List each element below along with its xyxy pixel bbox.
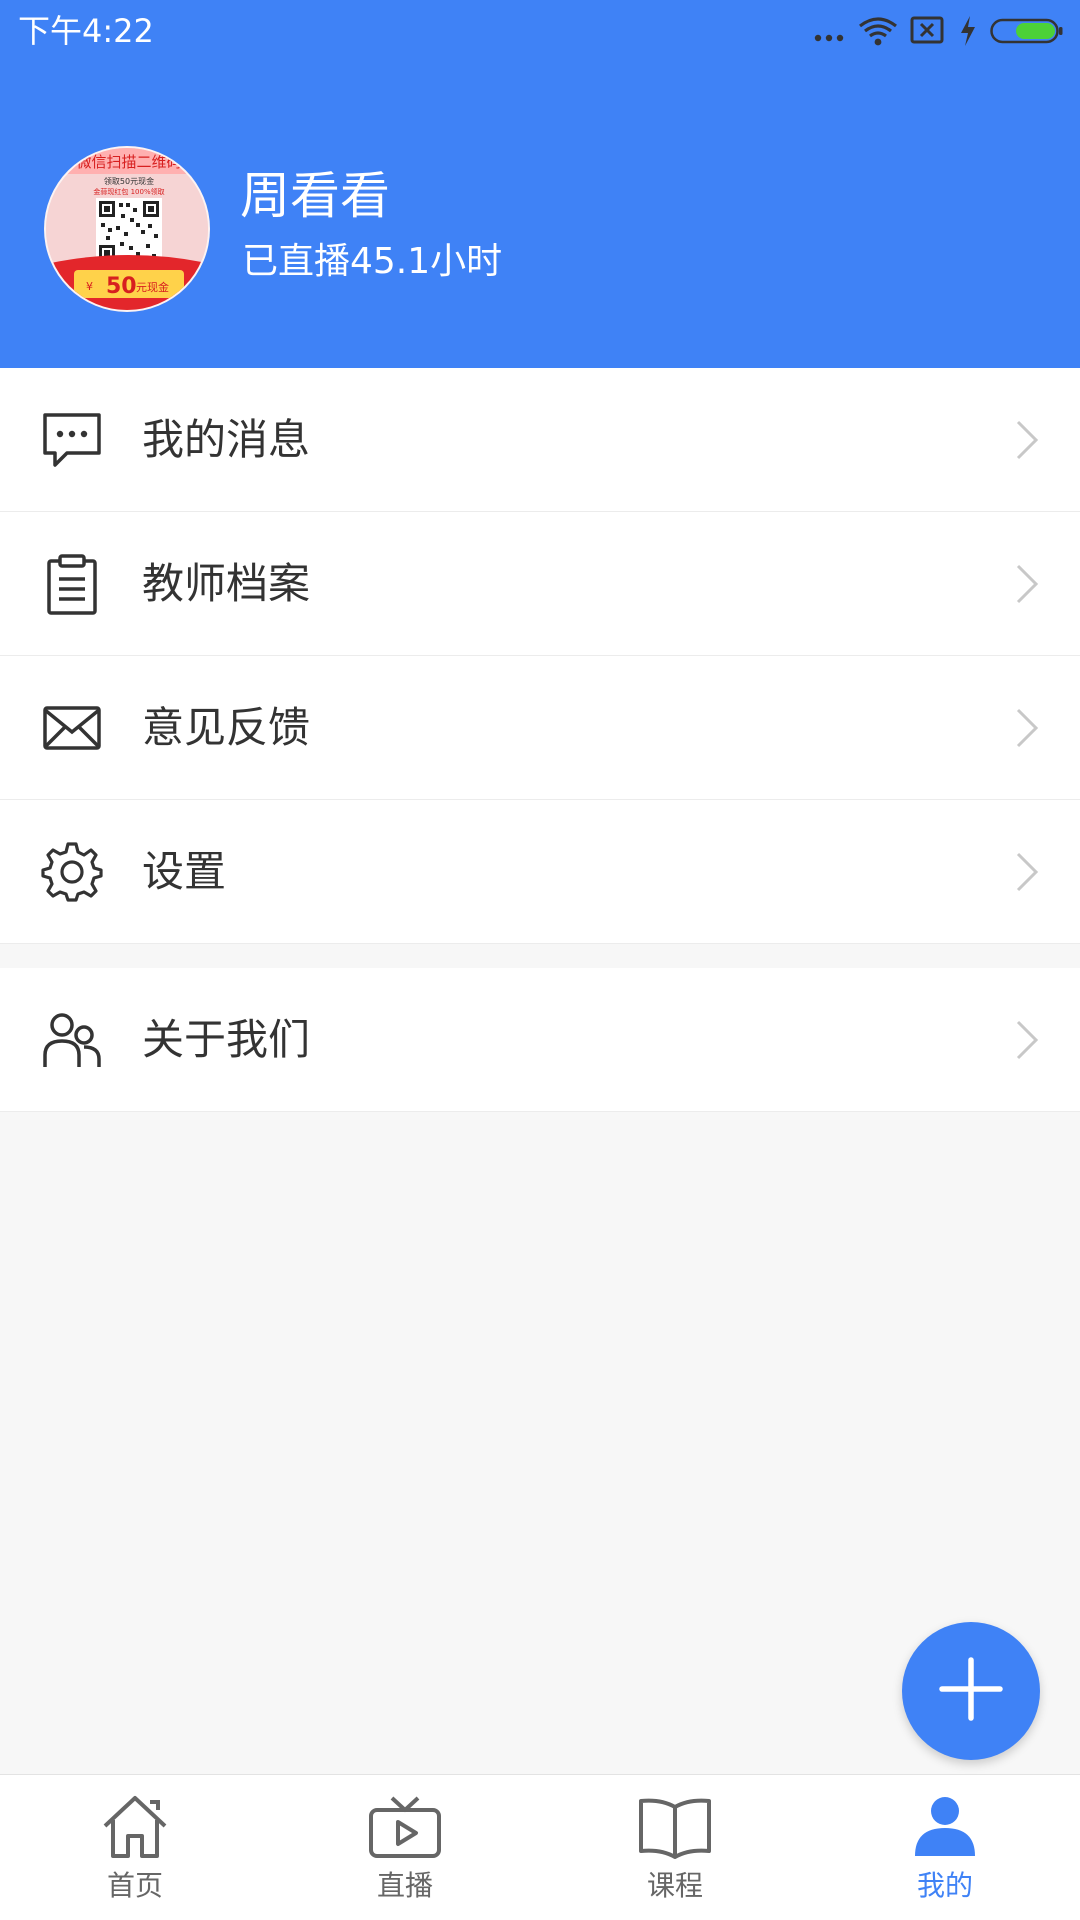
nav-item-mine[interactable]: 我的	[810, 1775, 1080, 1920]
gear-icon	[38, 838, 106, 906]
live-hours: 已直播45.1小时	[242, 241, 503, 282]
avatar-line2: 金蒜现红包 100%领取	[93, 187, 164, 196]
charging-icon	[958, 14, 978, 48]
profile-name: 周看看	[240, 167, 390, 225]
nav-item-courses[interactable]: 课程	[540, 1775, 810, 1920]
profile-header: 下午4:22 微信扫描二维码 领取50元现金 金蒜现红包 100%领取 ¥ 50…	[0, 0, 1080, 368]
menu-label: 我的消息	[142, 414, 311, 464]
menu-label: 教师档案	[142, 558, 311, 608]
avatar-coupon-amount: 50	[106, 274, 137, 299]
bottom-nav: 首页 直播 课程 我的	[0, 1774, 1080, 1920]
no-sim-icon	[910, 14, 946, 48]
menu-item-settings[interactable]: 设置	[0, 800, 1080, 944]
avatar-coupon-symbol: ¥	[86, 280, 93, 293]
more-dots-icon	[812, 14, 846, 48]
menu-item-about-us[interactable]: 关于我们	[0, 968, 1080, 1112]
menu-item-teacher-profile[interactable]: 教师档案	[0, 512, 1080, 656]
avatar-coupon-unit: 元现金	[136, 280, 169, 294]
status-bar: 下午4:22	[0, 0, 1080, 62]
nav-label: 课程	[646, 1869, 703, 1902]
battery-icon	[990, 14, 1064, 48]
menu-label: 设置	[142, 846, 227, 896]
status-icons	[812, 14, 1064, 48]
nav-label: 首页	[106, 1869, 163, 1902]
avatar-line1: 领取50元现金	[104, 176, 154, 186]
envelope-icon	[38, 694, 106, 762]
nav-label: 我的	[916, 1869, 973, 1902]
menu-group-about: 关于我们	[0, 968, 1080, 1112]
chevron-right-icon	[1012, 850, 1042, 894]
chevron-right-icon	[1012, 706, 1042, 750]
home-icon	[95, 1789, 175, 1865]
chevron-right-icon	[1012, 562, 1042, 606]
tv-play-icon	[365, 1789, 445, 1865]
book-icon	[635, 1789, 715, 1865]
menu-item-messages[interactable]: 我的消息	[0, 368, 1080, 512]
chevron-right-icon	[1012, 418, 1042, 462]
avatar-banner-text: 微信扫描二维码	[76, 153, 181, 171]
plus-icon	[938, 1656, 1004, 1726]
chevron-right-icon	[1012, 1018, 1042, 1062]
menu-label: 意见反馈	[142, 702, 311, 752]
nav-item-live[interactable]: 直播	[270, 1775, 540, 1920]
add-fab-button[interactable]	[902, 1622, 1040, 1760]
person-icon	[905, 1789, 985, 1865]
status-time: 下午4:22	[18, 12, 154, 50]
nav-label: 直播	[376, 1869, 433, 1902]
qr-code-avatar-image: 微信扫描二维码 领取50元现金 金蒜现红包 100%领取 ¥ 50 元现金	[46, 148, 208, 310]
nav-item-home[interactable]: 首页	[0, 1775, 270, 1920]
menu-item-feedback[interactable]: 意见反馈	[0, 656, 1080, 800]
wifi-icon	[858, 14, 898, 48]
message-icon	[38, 406, 106, 474]
clipboard-icon	[38, 550, 106, 618]
avatar[interactable]: 微信扫描二维码 领取50元现金 金蒜现红包 100%领取 ¥ 50 元现金	[44, 146, 210, 312]
menu-group-main: 我的消息 教师档案 意见反馈 设置	[0, 368, 1080, 944]
menu-label: 关于我们	[142, 1014, 311, 1064]
users-icon	[38, 1006, 106, 1074]
